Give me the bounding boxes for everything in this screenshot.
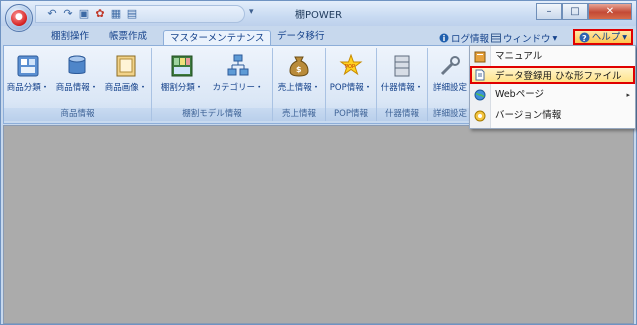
menu-item-manual-label: マニュアル [495,51,543,62]
menu-item-web-page[interactable]: Webページ ▸ [470,86,635,104]
group-detail-settings: 詳細設定 詳細設定 [428,48,472,121]
window-menu-icon [491,33,501,43]
window-dropdown-icon: ▾ [552,32,558,44]
group-shelf-model-info: 棚割分類・ カテゴリー・ 棚割モデル情報 [152,48,273,121]
product-info-label: 商品情報・ [55,83,99,93]
help-icon: ? [579,32,590,43]
maximize-button[interactable]: □ [562,3,588,20]
wrench-icon [440,56,460,76]
group-label-shelf-model-info: 棚割モデル情報 [152,108,272,121]
group-product-info: 商品分類・ 商品情報・ 商品画像・ 商品情報 [4,48,152,121]
menu-item-version-info[interactable]: バージョン情報 [470,107,635,125]
detail-settings-label: 詳細設定 [432,83,467,93]
product-image-label: 商品画像・ [104,83,148,93]
menu-item-data-template-label: データ登録用 ひな形ファイル [495,71,622,82]
minimize-button[interactable]: – [536,3,562,20]
help-dropdown-menu: マニュアル データ登録用 ひな形ファイル Webページ ▸ バージョン情報 [469,45,636,129]
fixture-icon [394,55,410,77]
window-menu[interactable]: ウィンドウ ▾ [491,31,557,45]
group-label-pop-info: POP情報 [326,108,376,121]
main-workspace [3,125,634,324]
document-icon [475,69,485,81]
product-image-icon [116,55,136,77]
category-label: カテゴリー・ [212,83,264,93]
svg-text:?: ? [582,34,587,43]
close-button[interactable]: ✕ [588,3,632,20]
money-bag-icon: $ [289,56,309,77]
window-menu-label: ウィンドウ [503,34,551,45]
menu-item-version-info-label: バージョン情報 [495,110,562,121]
sales-info-button[interactable]: $ 売上情報・ [273,50,325,108]
menu-item-manual[interactable]: マニュアル [470,48,635,66]
svg-text:POP: POP [345,64,355,70]
tab-report[interactable]: 帳票作成 [109,29,147,45]
sales-info-label: 売上情報・ [277,83,321,93]
group-label-detail-settings: 詳細設定 [428,108,472,121]
shelf-category-label: 棚割分類・ [160,83,204,93]
menu-item-data-template-file[interactable]: データ登録用 ひな形ファイル [470,66,635,84]
window-controls: – □ ✕ [536,3,632,20]
product-image-button[interactable]: 商品画像・ [100,50,152,108]
tab-data-migration[interactable]: データ移行 [277,29,325,45]
shelf-category-icon [171,55,193,77]
help-dropdown-icon: ▾ [622,31,627,43]
globe-icon [474,89,486,101]
log-info-menu[interactable]: ログ情報 [439,31,489,45]
group-label-product-info: 商品情報 [4,108,151,121]
fixture-info-button[interactable]: 什器情報・ [376,50,428,108]
title-bar: ● ↶ ↷ ▣ ✿ ▦ ▤ ▾ 棚POWER – □ ✕ [1,1,636,32]
shelf-category-button[interactable]: 棚割分類・ [156,50,208,108]
fixture-info-label: 什器情報・ [380,83,424,93]
pop-info-button[interactable]: POP POP情報・ [325,50,377,108]
group-label-fixture-info: 什器情報 [377,108,427,121]
help-menu-button[interactable]: ? ヘルプ ▾ [572,29,633,45]
group-sales-info: $ 売上情報・ 売上情報 [273,48,326,121]
group-fixture-info: 什器情報・ 什器情報 [377,48,428,121]
product-category-icon [17,55,39,77]
pop-star-icon: POP [339,54,363,76]
book-icon [474,51,486,63]
database-icon [68,55,86,74]
category-button[interactable]: カテゴリー・ [212,50,264,108]
tab-shelf-operation[interactable]: 棚割操作 [51,29,89,45]
ribbon-tabs: 棚割操作 帳票作成 マスターメンテナンス データ移行 ログ情報 ウィンドウ ▾ … [1,26,636,46]
product-info-button[interactable]: 商品情報・ [51,50,103,108]
group-pop-info: POP POP情報・ POP情報 [326,48,377,121]
info-icon [439,33,449,43]
tab-master-maintenance[interactable]: マスターメンテナンス [163,30,272,46]
app-window: ● ↶ ↷ ▣ ✿ ▦ ▤ ▾ 棚POWER – □ ✕ 棚割操作 帳票作成 マ… [0,0,637,325]
version-info-icon [474,110,486,122]
submenu-arrow-icon: ▸ [626,91,630,99]
help-menu-label: ヘルプ [591,31,621,43]
menu-item-web-page-label: Webページ [495,89,545,100]
log-info-label: ログ情報 [451,34,490,45]
product-category-label: 商品分類・ [6,83,50,93]
category-icon [227,54,249,76]
product-category-button[interactable]: 商品分類・ [2,50,54,108]
pop-info-label: POP情報・ [329,83,373,93]
svg-text:$: $ [296,65,302,74]
group-label-sales-info: 売上情報 [273,108,325,121]
